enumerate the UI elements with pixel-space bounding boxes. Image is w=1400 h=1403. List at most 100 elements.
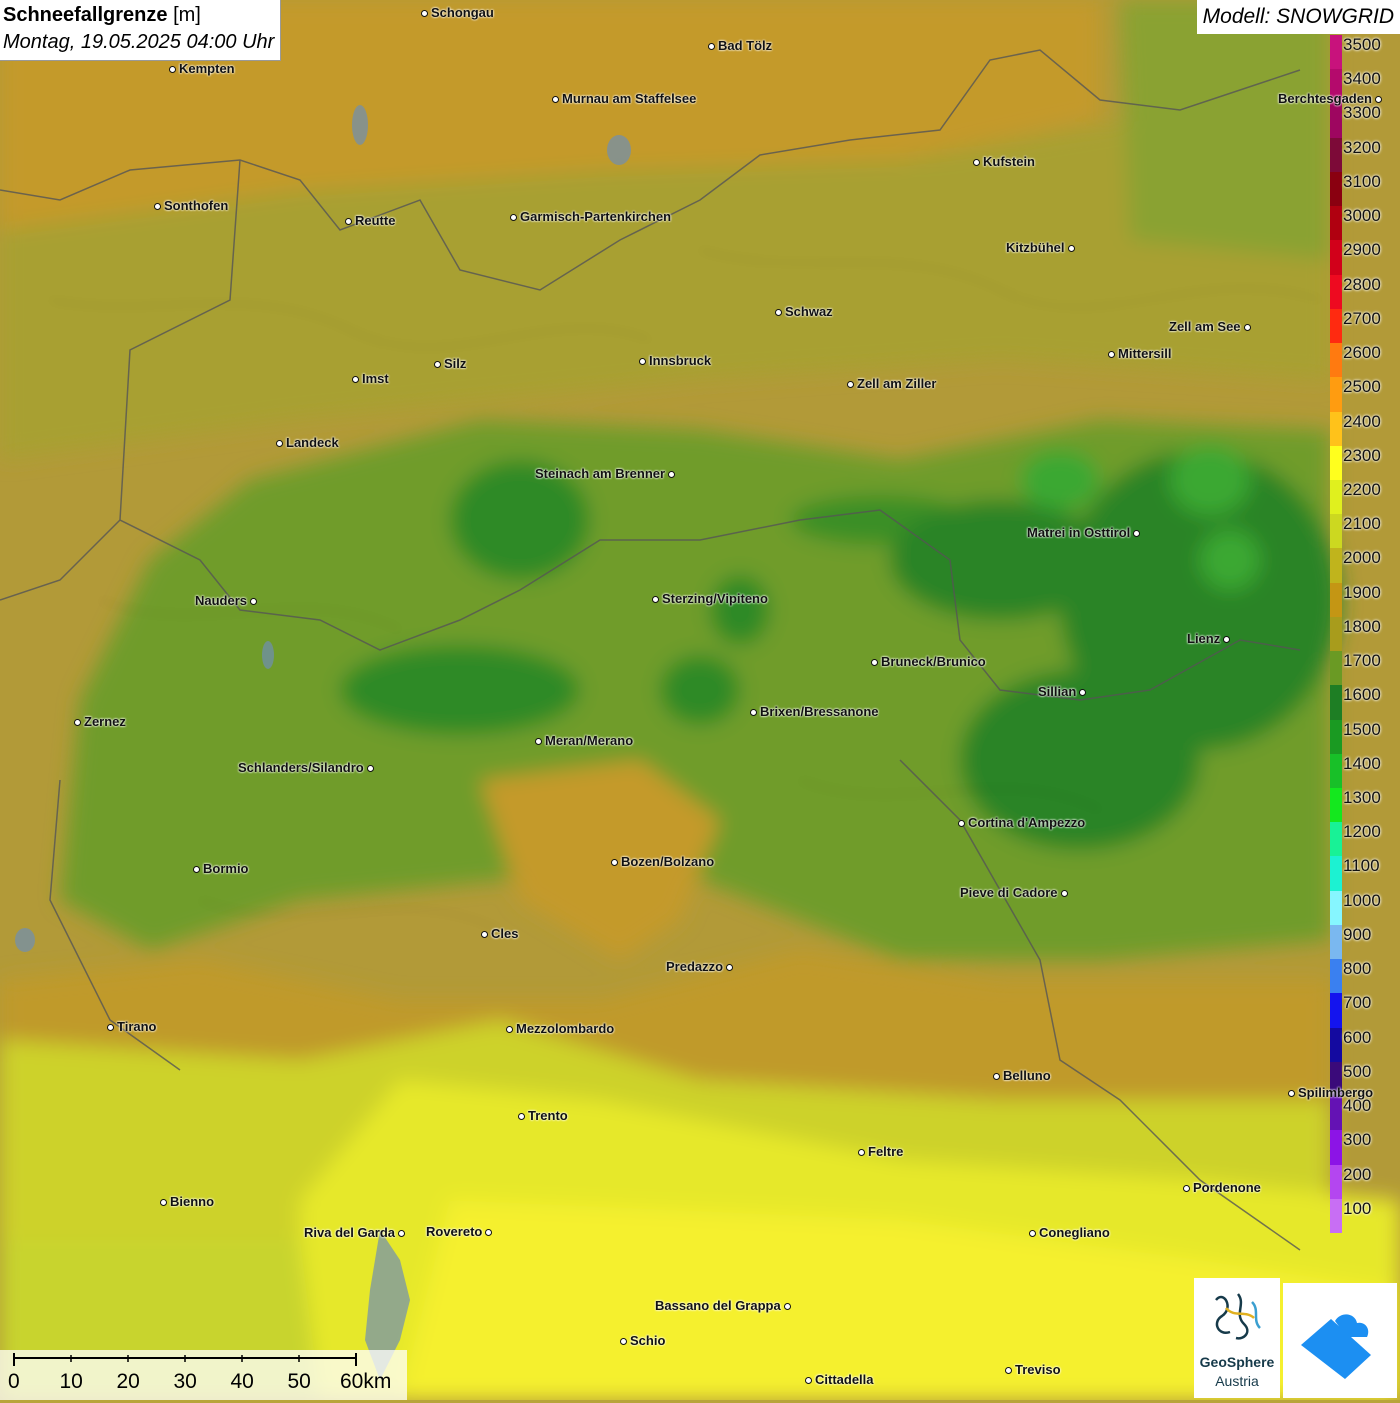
legend-label: 1000	[1343, 890, 1381, 910]
legend-label: 1300	[1343, 788, 1381, 808]
city-marker	[1078, 688, 1086, 696]
legend-label: 500	[1343, 1061, 1372, 1081]
city-marker	[168, 65, 176, 73]
city-label: Spilimbergo	[1298, 1085, 1374, 1100]
city-label: Murnau am Staffelsee	[562, 91, 697, 106]
city-label: Feltre	[868, 1144, 904, 1159]
app-logo	[1283, 1283, 1397, 1398]
city-marker	[480, 930, 488, 938]
legend-label: 2300	[1343, 445, 1381, 465]
city-marker	[153, 202, 161, 210]
city-marker	[846, 380, 854, 388]
legend-swatch	[1330, 411, 1342, 447]
city-label: Trento	[528, 1108, 568, 1123]
city-label: Bozen/Bolzano	[621, 854, 715, 869]
city-label: Zernez	[84, 714, 126, 729]
city-label: Cittadella	[815, 1372, 874, 1387]
legend-swatch	[1330, 1198, 1342, 1234]
city-marker	[344, 217, 352, 225]
city-label: Conegliano	[1039, 1225, 1110, 1240]
city-label: Meran/Merano	[545, 733, 634, 748]
city-label: Pieve di Cadore	[960, 885, 1058, 900]
city-marker	[397, 1229, 405, 1237]
legend-label: 3200	[1343, 137, 1381, 157]
city-marker	[804, 1376, 812, 1384]
legend-label: 3400	[1343, 69, 1381, 89]
city-label: Reutte	[355, 213, 396, 228]
city-marker	[505, 1025, 513, 1033]
city-label: Lienz	[1187, 631, 1221, 646]
legend-swatch	[1330, 35, 1342, 70]
map-title: Schneefallgrenze	[3, 4, 168, 26]
legend-label: 700	[1343, 993, 1372, 1013]
city-label: Schio	[630, 1333, 666, 1348]
city-marker	[749, 708, 757, 716]
legend-swatch	[1330, 856, 1342, 892]
legend-colorbar	[1330, 35, 1342, 1234]
city-marker	[1243, 323, 1251, 331]
city-marker	[667, 470, 675, 478]
city-label: Mittersill	[1118, 346, 1172, 361]
city-marker	[610, 858, 618, 866]
legend-swatch	[1330, 274, 1342, 310]
legend-label: 3300	[1343, 103, 1381, 123]
legend-swatch	[1330, 616, 1342, 652]
legend-swatch	[1330, 788, 1342, 823]
city-marker	[1107, 350, 1115, 358]
legend-label: 600	[1343, 1027, 1372, 1047]
city-label: Nauders	[195, 593, 248, 608]
city-marker	[433, 360, 441, 368]
city-marker	[783, 1302, 791, 1310]
legend-swatch	[1330, 719, 1342, 755]
model-label: Modell: SNOWGRID	[1196, 0, 1400, 34]
city-marker	[366, 764, 374, 772]
city-marker	[1222, 635, 1230, 643]
city-label: Pordenone	[1193, 1180, 1261, 1195]
legend-label: 2200	[1343, 479, 1381, 499]
legend-swatch	[1330, 308, 1342, 344]
mountain-cloud-icon	[1301, 1314, 1371, 1379]
city-label: Sonthofen	[164, 198, 229, 213]
city-marker	[1060, 889, 1068, 897]
legend-label: 1900	[1343, 582, 1381, 602]
legend-label: 300	[1343, 1130, 1372, 1150]
city-marker	[619, 1337, 627, 1345]
scale-bar: 0 10 20 30 40 50 60km	[0, 1350, 407, 1400]
legend-swatch	[1330, 651, 1342, 686]
city-marker	[192, 865, 200, 873]
city-marker	[857, 1148, 865, 1156]
city-marker	[638, 357, 646, 365]
city-marker	[972, 158, 980, 166]
scale-label: 10	[59, 1370, 83, 1393]
city-label: Innsbruck	[649, 353, 712, 368]
city-label: Bassano del Grappa	[655, 1298, 781, 1313]
legend-swatch	[1330, 959, 1342, 994]
legend-swatch	[1330, 822, 1342, 857]
legend-label: 200	[1343, 1164, 1372, 1184]
city-label: Sillian	[1038, 684, 1077, 699]
city-marker	[106, 1023, 114, 1031]
legend-swatch	[1330, 171, 1342, 207]
geosphere-emblem-icon	[1215, 1293, 1261, 1340]
city-marker	[957, 819, 965, 827]
city-marker	[1028, 1229, 1036, 1237]
city-marker	[1287, 1089, 1295, 1097]
city-label: Schwaz	[785, 304, 833, 319]
scale-label: 30	[173, 1370, 197, 1393]
city-marker	[707, 42, 715, 50]
geosphere-name: GeoSphere	[1199, 1354, 1275, 1370]
legend-swatch	[1330, 924, 1342, 960]
legend-swatch	[1330, 1130, 1342, 1166]
legend-label: 100	[1343, 1198, 1372, 1218]
city-label: Cortina d'Ampezzo	[968, 815, 1086, 830]
legend-swatch	[1330, 445, 1342, 481]
city-label: Kufstein	[983, 154, 1035, 169]
legend-label: 3500	[1343, 35, 1381, 54]
city-marker	[1182, 1184, 1190, 1192]
city-label: Kempten	[179, 61, 235, 76]
legend-swatch	[1330, 377, 1342, 412]
city-label: Brixen/Bressanone	[760, 704, 879, 719]
city-marker	[275, 439, 283, 447]
legend-swatch	[1330, 137, 1342, 173]
legend-swatch	[1330, 514, 1342, 549]
